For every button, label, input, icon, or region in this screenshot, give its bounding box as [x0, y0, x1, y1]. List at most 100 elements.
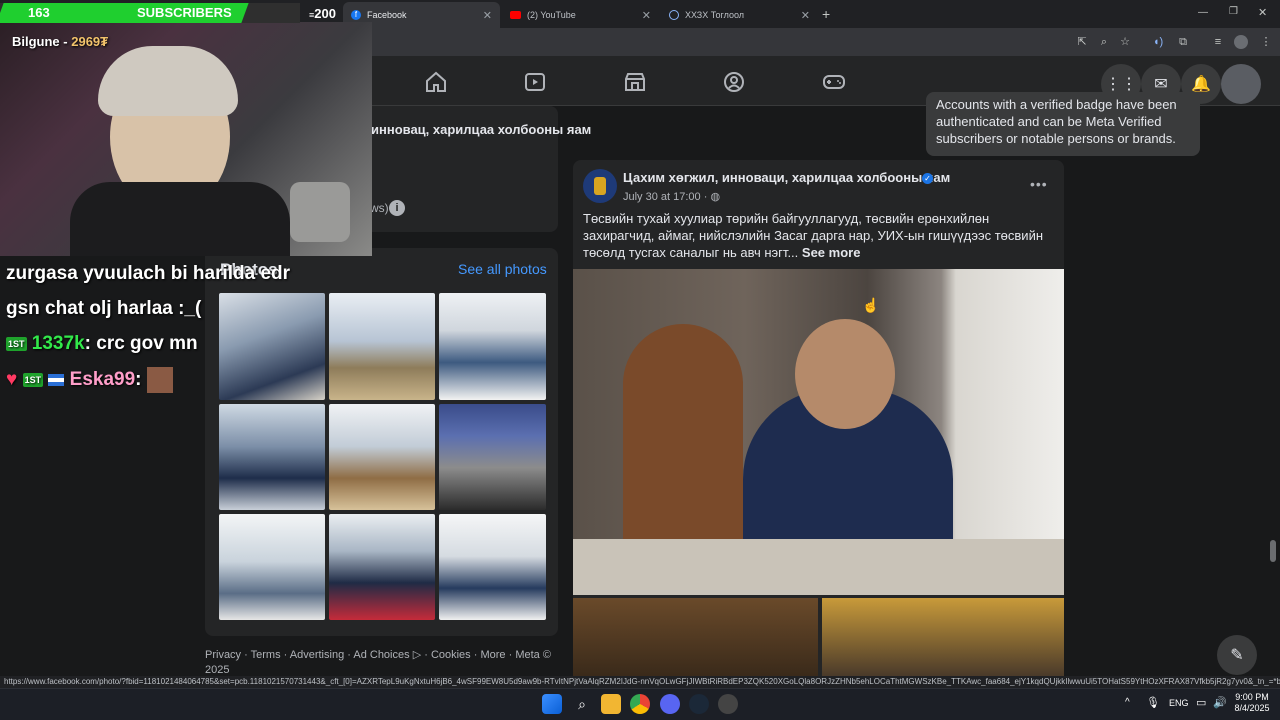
- post-date[interactable]: July 30 at 17:00: [623, 191, 701, 203]
- page-scrollbar[interactable]: [1270, 540, 1276, 562]
- tab-label: Facebook: [367, 10, 407, 20]
- chat-text: crc gov mn: [96, 333, 198, 354]
- subs-label: SUBSCRIBERS: [137, 5, 232, 20]
- profile-avatar[interactable]: [1234, 35, 1248, 49]
- photo-thumbnail[interactable]: [439, 404, 546, 510]
- page-name-partial: инновац, харилцаа холбооны яам: [371, 122, 592, 137]
- new-tab-button[interactable]: +: [822, 6, 830, 22]
- verified-tooltip: Accounts with a verified badge have been…: [926, 92, 1200, 156]
- footer-more[interactable]: More: [480, 649, 505, 661]
- obs-icon[interactable]: [718, 694, 738, 714]
- extension-audio-icon[interactable]: ◖): [1150, 34, 1166, 50]
- home-icon[interactable]: [424, 70, 448, 94]
- media-control-icon[interactable]: ≡: [1210, 34, 1226, 50]
- face-shape: [795, 319, 895, 429]
- first-badge-icon: 1ST: [22, 373, 44, 387]
- subs-count: 163: [28, 5, 50, 20]
- tab-youtube[interactable]: (2) YouTube ✕: [502, 2, 659, 28]
- footer-links: Privacy · Terms · Advertising · Ad Choic…: [205, 649, 551, 676]
- chat-emote-icon: [146, 367, 173, 393]
- verified-badge-icon[interactable]: ✓: [922, 173, 933, 184]
- search-icon[interactable]: ⌕: [572, 694, 592, 714]
- close-window-icon[interactable]: ✕: [1258, 6, 1267, 19]
- see-more-link[interactable]: See more: [802, 245, 861, 260]
- post-photo-3[interactable]: [822, 598, 1064, 676]
- extensions-icon[interactable]: ⧉: [1175, 34, 1191, 50]
- footer-cookies[interactable]: Cookies: [431, 649, 471, 661]
- post-author[interactable]: Цахим хөгжил, инноваци, харилцаа холбоон…: [623, 170, 950, 185]
- groups-icon[interactable]: [722, 70, 746, 94]
- close-tab-icon[interactable]: ✕: [483, 9, 492, 22]
- tray-chevron-icon[interactable]: ^: [1125, 697, 1130, 708]
- post-options-icon[interactable]: •••: [1030, 176, 1048, 192]
- post-meta: July 30 at 17:00 · ◍: [623, 191, 721, 203]
- language-indicator[interactable]: ENG: [1169, 698, 1189, 708]
- intro-snippet: ws): [370, 201, 389, 215]
- facebook-icon: f: [351, 10, 361, 20]
- ad-choices-icon: ▷: [412, 649, 422, 661]
- first-badge-icon: 1ST: [6, 336, 27, 351]
- photo-thumbnail[interactable]: [329, 293, 435, 400]
- see-all-photos-link[interactable]: See all photos: [458, 261, 547, 277]
- network-icon[interactable]: ▭: [1196, 696, 1206, 709]
- photo-thumbnail[interactable]: [329, 514, 435, 620]
- chat-username: Eska99: [69, 369, 136, 391]
- chat-message: zurgasa yvuulach bi harilda edr: [6, 263, 291, 284]
- microphone-icon[interactable]: 🎙: [1146, 696, 1160, 709]
- footer-ad-choices[interactable]: Ad Choices: [353, 649, 409, 661]
- account-avatar[interactable]: [1221, 64, 1261, 104]
- info-icon[interactable]: i: [389, 200, 405, 216]
- heart-badge-icon: ♥: [6, 369, 18, 391]
- status-url: https://www.facebook.com/photo/?fbid=118…: [0, 676, 1280, 688]
- cast-icon[interactable]: ⇱: [1074, 34, 1090, 50]
- post-photo-2[interactable]: [573, 598, 818, 676]
- post-main-photo[interactable]: [573, 269, 1064, 595]
- photo-thumbnail[interactable]: [219, 404, 325, 510]
- chat-message: 1ST 1337k: crc gov mn: [6, 333, 198, 354]
- discord-icon[interactable]: [660, 694, 680, 714]
- streamer-name: Bilgune: [12, 34, 60, 49]
- chrome-icon[interactable]: [630, 694, 650, 714]
- footer-advertising[interactable]: Advertising: [290, 649, 344, 661]
- minimize-icon[interactable]: —: [1198, 7, 1208, 18]
- menu-dots-icon[interactable]: ⋮: [1258, 34, 1274, 50]
- photo-thumbnail[interactable]: [329, 404, 435, 510]
- gaming-icon[interactable]: [822, 70, 846, 94]
- streamer-shirt-shape: [70, 182, 290, 256]
- steam-icon[interactable]: [689, 694, 709, 714]
- bookmark-star-icon[interactable]: ☆: [1117, 34, 1133, 50]
- new-message-icon[interactable]: ✎: [1217, 635, 1257, 675]
- streamer-tag: Bilgune - 2969₮: [12, 34, 109, 49]
- chat-message: gsn chat olj harlaa :_(: [6, 298, 202, 319]
- tab-label: ХХЗХ Тоглоол: [685, 10, 745, 20]
- clock-time: 9:00 PM: [1235, 692, 1269, 702]
- photo-thumbnail[interactable]: [219, 293, 325, 400]
- clock-date: 8/4/2025: [1234, 703, 1270, 713]
- photo-thumbnail[interactable]: [439, 293, 546, 400]
- mouse-cursor-icon: ☝: [862, 297, 880, 313]
- footer-terms[interactable]: Terms: [251, 649, 281, 661]
- close-tab-icon[interactable]: ✕: [642, 9, 651, 22]
- photo-thumbnail[interactable]: [439, 514, 546, 620]
- start-menu-icon[interactable]: [542, 694, 562, 714]
- file-explorer-icon[interactable]: [601, 694, 621, 714]
- globe-icon: [669, 10, 679, 20]
- desk-shape: [573, 539, 1064, 595]
- page-avatar[interactable]: [583, 169, 617, 203]
- restore-icon[interactable]: ❐: [1229, 6, 1238, 17]
- chat-username: 1337k: [31, 333, 85, 354]
- photo-thumbnail[interactable]: [219, 514, 325, 620]
- tab-xxzx[interactable]: ХХЗХ Тоглоол ✕: [661, 2, 818, 28]
- microphone-shape: [290, 182, 350, 242]
- close-tab-icon[interactable]: ✕: [801, 9, 810, 22]
- globe-public-icon: ◍: [710, 191, 721, 203]
- marketplace-icon[interactable]: [623, 70, 647, 94]
- volume-icon[interactable]: 🔊: [1213, 696, 1227, 709]
- video-icon[interactable]: [523, 70, 547, 94]
- clock[interactable]: 9:00 PM 8/4/2025: [1230, 692, 1274, 714]
- youtube-icon: [510, 11, 521, 19]
- zoom-icon[interactable]: ⌕: [1096, 34, 1112, 50]
- emblem-icon: [594, 177, 606, 195]
- chair-shape: [623, 324, 743, 564]
- footer-privacy[interactable]: Privacy: [205, 649, 241, 661]
